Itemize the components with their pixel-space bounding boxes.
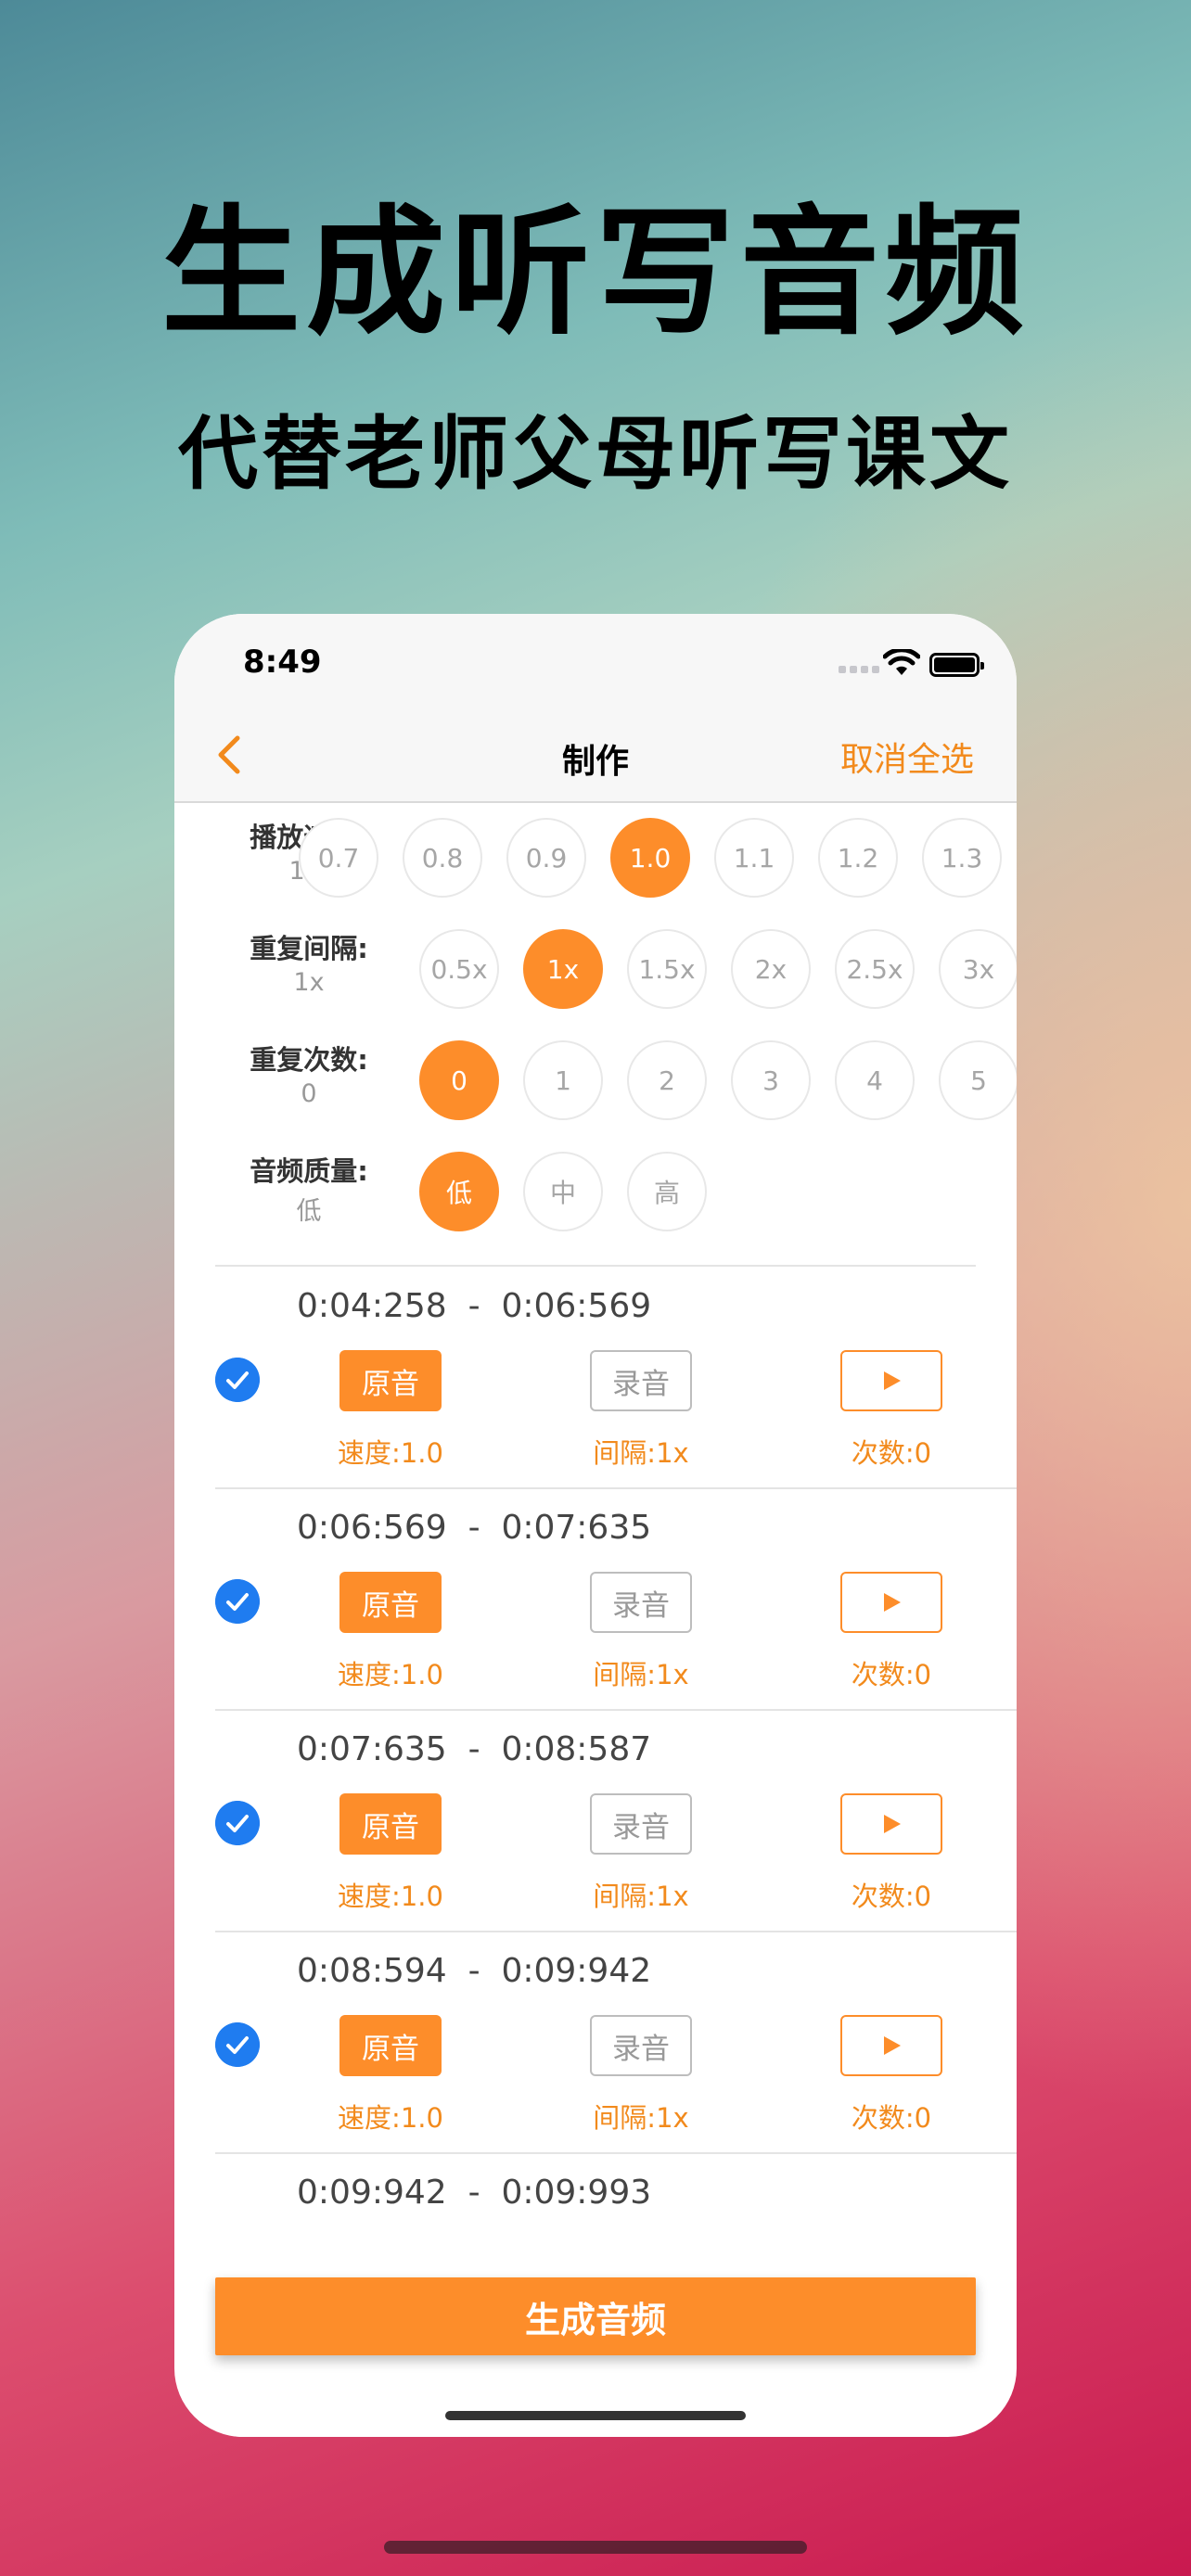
original-audio-button[interactable]: 原音 <box>339 1793 442 1855</box>
segment-count: 次数:0 <box>851 1659 932 1690</box>
segment-list: 0:04:258 - 0:06:569 原音 录音 速度:1.0 间隔:1x 次… <box>174 1267 1017 2209</box>
setting-label-quality: 音频质量: <box>250 1155 368 1187</box>
option-speed[interactable]: 1.0 <box>610 818 690 898</box>
play-icon <box>884 2036 901 2055</box>
play-icon <box>884 1815 901 1833</box>
home-indicator <box>445 2411 746 2420</box>
play-button[interactable] <box>840 2015 942 2076</box>
option-interval[interactable]: 3x <box>939 929 1017 1009</box>
record-button[interactable]: 录音 <box>590 2015 692 2076</box>
segment-row: 0:07:635 - 0:08:587 原音 录音 速度:1.0 间隔:1x 次… <box>174 1710 1017 1931</box>
segment-time-range: 0:09:942 - 0:09:993 <box>297 2174 652 2209</box>
segment-interval: 间隔:1x <box>593 1881 689 1912</box>
segment-row: 0:06:569 - 0:07:635 原音 录音 速度:1.0 间隔:1x 次… <box>174 1488 1017 1709</box>
original-audio-button[interactable]: 原音 <box>339 1350 442 1411</box>
signal-icon <box>839 666 879 673</box>
checkmark-icon[interactable] <box>215 1801 260 1845</box>
phone-screen: 8:49 制作 取消全选 播放速度:1.00.70.80.91.01.11.21… <box>174 614 1017 2437</box>
segment-time-range: 0:04:258 - 0:06:569 <box>297 1287 652 1325</box>
option-speed[interactable]: 1.1 <box>714 818 794 898</box>
segment-speed: 速度:1.0 <box>338 2102 443 2134</box>
setting-value-repeat: 0 <box>301 1079 317 1108</box>
segment-speed: 速度:1.0 <box>338 1437 443 1469</box>
setting-value-interval: 1x <box>293 968 325 997</box>
status-time: 8:49 <box>243 644 322 681</box>
checkmark-icon[interactable] <box>215 1358 260 1402</box>
segment-speed: 速度:1.0 <box>338 1659 443 1690</box>
battery-icon <box>929 653 984 677</box>
segment-row: 0:09:942 - 0:09:993 原音 录音 速度:1.0 间隔:1x 次… <box>174 2153 1017 2209</box>
option-interval[interactable]: 1.5x <box>627 929 707 1009</box>
record-button[interactable]: 录音 <box>590 1572 692 1633</box>
original-audio-button[interactable]: 原音 <box>339 1572 442 1633</box>
option-repeat[interactable]: 1 <box>523 1040 603 1120</box>
segment-speed: 速度:1.0 <box>338 1881 443 1912</box>
segment-time-range: 0:08:594 - 0:09:942 <box>297 1952 652 1990</box>
option-interval[interactable]: 0.5x <box>419 929 499 1009</box>
option-interval[interactable]: 1x <box>523 929 603 1009</box>
option-repeat[interactable]: 3 <box>731 1040 811 1120</box>
setting-row-quality: 音频质量: 低低中高 <box>174 1137 1017 1248</box>
setting-label-interval: 重复间隔: <box>250 933 368 964</box>
segment-count: 次数:0 <box>851 2102 932 2134</box>
option-speed[interactable]: 0.9 <box>506 818 586 898</box>
headline-subtitle: 代替老师父母听写课文 <box>178 408 1013 501</box>
segment-time-range: 0:07:635 - 0:08:587 <box>297 1730 652 1768</box>
option-repeat[interactable]: 2 <box>627 1040 707 1120</box>
status-bar: 8:49 <box>174 614 1017 707</box>
wifi-icon <box>883 649 920 675</box>
option-speed[interactable]: 1.3 <box>922 818 1002 898</box>
option-quality[interactable]: 低 <box>419 1152 499 1231</box>
segment-interval: 间隔:1x <box>593 2102 689 2134</box>
setting-row-speed: 播放速度:1.00.70.80.91.01.11.21.3 <box>174 803 1017 914</box>
record-button[interactable]: 录音 <box>590 1350 692 1411</box>
play-button[interactable] <box>840 1350 942 1411</box>
segment-interval: 间隔:1x <box>593 1659 689 1690</box>
play-icon <box>884 1371 901 1390</box>
segment-count: 次数:0 <box>851 1881 932 1912</box>
deselect-all-button[interactable]: 取消全选 <box>840 733 974 781</box>
play-icon <box>884 1593 901 1612</box>
option-repeat[interactable]: 4 <box>835 1040 915 1120</box>
play-button[interactable] <box>840 1572 942 1633</box>
segment-row: 0:04:258 - 0:06:569 原音 录音 速度:1.0 间隔:1x 次… <box>174 1267 1017 1487</box>
headline-title: 生成听写音频 <box>160 193 1030 354</box>
nav-bar: 制作 取消全选 <box>174 707 1017 803</box>
segment-count: 次数:0 <box>851 1437 932 1469</box>
setting-row-repeat: 重复次数: 0 0 1 2 3 4 5 <box>174 1026 1017 1137</box>
option-quality[interactable]: 高 <box>627 1152 707 1231</box>
option-speed[interactable]: 0.7 <box>299 818 378 898</box>
segment-time-range: 0:06:569 - 0:07:635 <box>297 1509 652 1547</box>
checkmark-icon[interactable] <box>215 2022 260 2067</box>
option-speed[interactable]: 0.8 <box>403 818 482 898</box>
generate-audio-button[interactable]: 生成音频 <box>215 2277 976 2355</box>
setting-value-quality: 低 <box>296 1197 322 1226</box>
option-interval[interactable]: 2.5x <box>835 929 915 1009</box>
option-interval[interactable]: 2x <box>731 929 811 1009</box>
setting-row-interval: 重复间隔: 1x 0.5x 1x 1.5x 2x 2.5x 3x <box>174 914 1017 1026</box>
option-repeat[interactable]: 5 <box>939 1040 1017 1120</box>
segment-row: 0:08:594 - 0:09:942 原音 录音 速度:1.0 间隔:1x 次… <box>174 1932 1017 2152</box>
option-speed[interactable]: 1.2 <box>818 818 898 898</box>
original-audio-button[interactable]: 原音 <box>339 2015 442 2076</box>
setting-label-repeat: 重复次数: <box>250 1044 368 1076</box>
segment-interval: 间隔:1x <box>593 1437 689 1469</box>
option-quality[interactable]: 中 <box>523 1152 603 1231</box>
outer-home-indicator <box>384 2541 807 2554</box>
record-button[interactable]: 录音 <box>590 1793 692 1855</box>
play-button[interactable] <box>840 1793 942 1855</box>
checkmark-icon[interactable] <box>215 1579 260 1624</box>
option-repeat[interactable]: 0 <box>419 1040 499 1120</box>
